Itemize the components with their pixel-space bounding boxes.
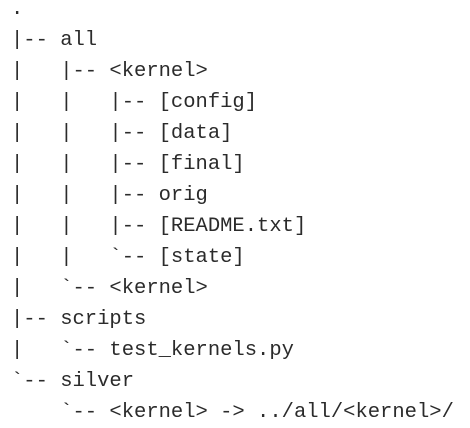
tree-dir-kernel: | |-- <kernel> [11, 60, 208, 83]
tree-item-readme: | | |-- [README.txt] [11, 215, 307, 238]
tree-root: . [11, 0, 24, 21]
tree-item-data: | | |-- [data] [11, 122, 233, 145]
tree-file-test-kernels: | `-- test_kernels.py [11, 339, 294, 362]
tree-dir-kernel-last: | `-- <kernel> [11, 277, 208, 300]
tree-dir-scripts: |-- scripts [11, 308, 147, 331]
tree-item-orig: | | |-- orig [11, 184, 208, 207]
tree-item-state: | | `-- [state] [11, 246, 245, 269]
tree-symlink-kernel: `-- <kernel> -> ../all/<kernel>/ [11, 401, 454, 424]
directory-tree: . |-- all | |-- <kernel> | | |-- [config… [11, 0, 454, 428]
tree-dir-silver: `-- silver [11, 370, 135, 393]
tree-item-config: | | |-- [config] [11, 91, 258, 114]
tree-dir-all: |-- all [11, 29, 98, 52]
tree-item-final: | | |-- [final] [11, 153, 245, 176]
